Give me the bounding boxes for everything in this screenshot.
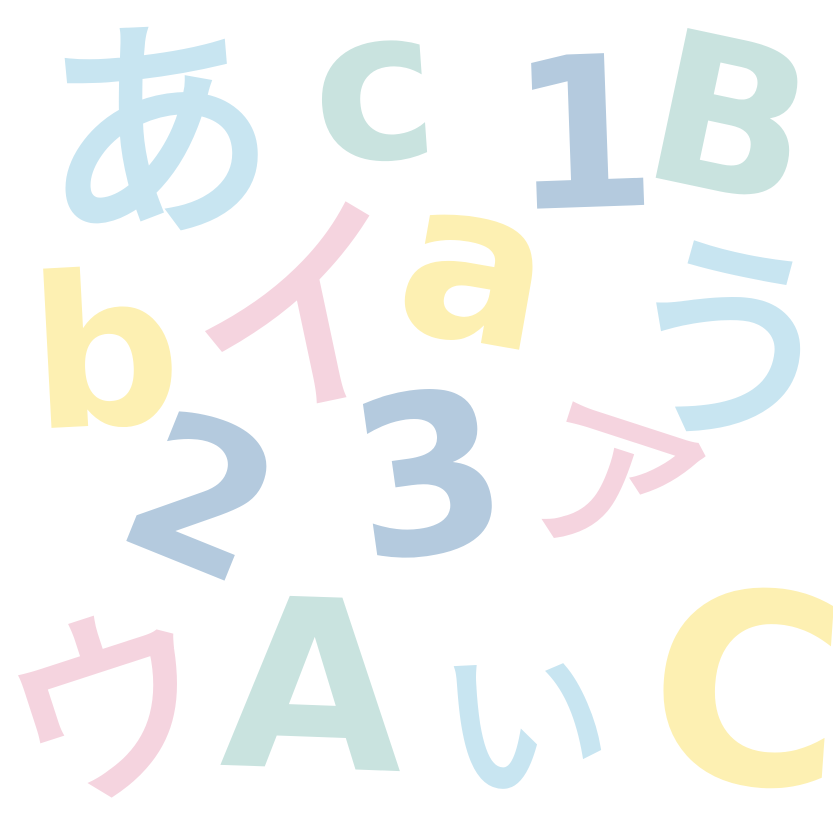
uppercase-c-glyph: C	[639, 531, 833, 833]
uppercase-a-glyph: A	[217, 547, 409, 828]
uppercase-b-glyph: B	[626, 0, 833, 256]
letters-pattern-canvas: あ c 1 B b イ a う 2 3 ア ウ A い C	[0, 0, 833, 833]
hiragana-i-glyph: い	[433, 620, 617, 830]
